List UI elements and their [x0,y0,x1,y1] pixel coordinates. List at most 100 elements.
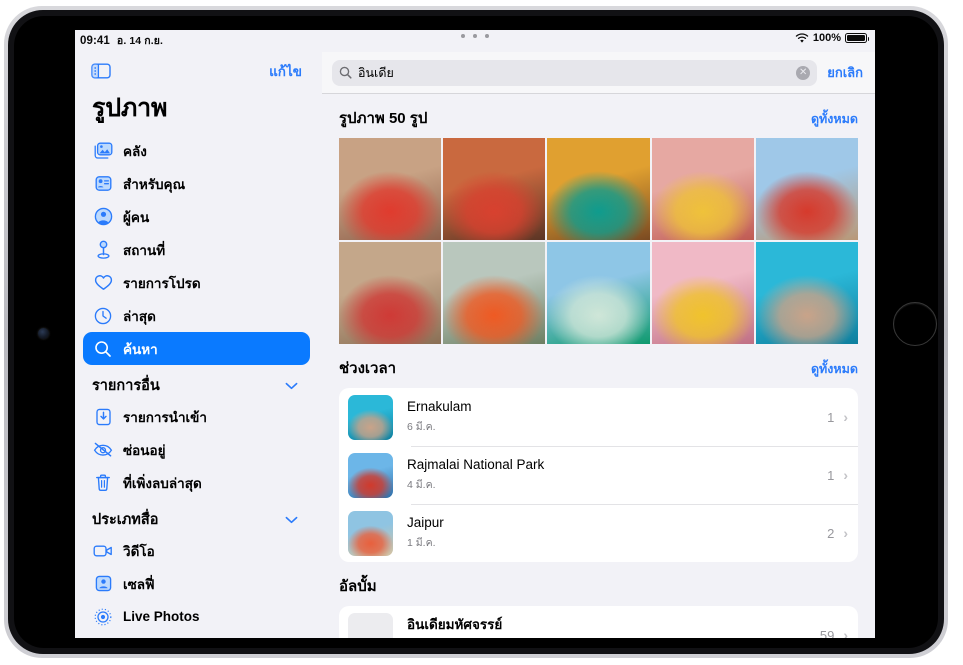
photo-tile[interactable] [651,242,754,345]
trash-icon [92,472,114,494]
albums-section-title: อัลบั้ม [339,578,377,596]
ipad-device: 09:41 อ. 14 ก.ย. 100% แก้ไข รูปภาพ คลัง … [0,0,963,665]
selfie-icon [92,573,114,595]
battery-icon [845,32,870,44]
sidebar-item-label: วิดีโอ [123,543,155,559]
row-subtitle: 31 มี.ค. - 13 พ.ค. 2562 [407,636,820,638]
photo-tile[interactable] [755,242,859,345]
sidebar-group-other-header[interactable]: รายการอื่น [75,365,318,400]
table-row[interactable]: Jaipur 1 มี.ค. 2 › [339,504,858,562]
search-icon [92,338,114,360]
photos-section-header: รูปภาพ 50 รูป ดูทั้งหมด [322,94,875,138]
row-count: 1 [827,467,835,483]
search-input-value: อินเดีย [358,65,394,80]
sidebar-item-videos[interactable]: วิดีโอ [83,534,310,567]
sidebar-item-for-you[interactable]: สำหรับคุณ [83,167,310,200]
sidebar-item-people[interactable]: ผู้คน [83,200,310,233]
photo-tile[interactable] [339,138,442,241]
clock-time: 09:41 [80,35,110,47]
row-text: Ernakulam 6 มี.ค. [407,399,827,435]
search-input[interactable]: อินเดีย ✕ [332,59,818,86]
sidebar-item-label: ค้นหา [123,341,158,357]
row-subtitle: 4 มี.ค. [407,479,436,492]
sidebar-item-label: สถานที่ [123,242,166,258]
row-subtitle: 6 มี.ค. [407,421,436,434]
sidebar-item-label: เซลฟี่ [123,576,155,592]
sidebar-item-recently-deleted[interactable]: ที่เพิ่งลบล่าสุด [83,466,310,499]
sidebar-group-title: รายการอื่น [92,378,160,394]
photos-section-title: รูปภาพ 50 รูป [339,110,428,127]
photo-tile[interactable] [443,242,546,345]
photo-tile[interactable] [339,242,442,345]
row-text: Jaipur 1 มี.ค. [407,515,827,551]
sidebar-item-places[interactable]: สถานที่ [83,233,310,266]
sidebar-top-bar: แก้ไข [75,52,318,82]
wifi-icon [795,32,809,44]
table-row[interactable]: Rajmalai National Park 4 มี.ค. 1 › [339,446,858,504]
sidebar-item-favorites[interactable]: รายการโปรด [83,266,310,299]
results-scroll-area[interactable]: รูปภาพ 50 รูป ดูทั้งหมด ช่วงเวลา ดูทั้งห… [322,94,875,638]
photo-tile[interactable] [547,242,650,345]
heart-icon [92,272,114,294]
photo-tile[interactable] [443,138,546,241]
moments-see-all-button[interactable]: ดูทั้งหมด [811,359,858,379]
cancel-button[interactable]: ยกเลิก [827,62,863,83]
row-count: 1 [827,409,835,425]
row-thumbnail [348,394,393,440]
video-icon [92,540,114,562]
photo-grid [339,138,859,345]
sidebar-item-label: รายการนำเข้า [123,409,207,425]
status-bar: 09:41 อ. 14 ก.ย. 100% [75,30,875,52]
people-icon [92,206,114,228]
chevron-right-icon: › [843,627,848,638]
sidebar-item-imports[interactable]: รายการนำเข้า [83,400,310,433]
row-thumbnail [348,452,393,498]
row-title: อินเดียมหัศจรรย์ [407,617,503,633]
table-row[interactable]: อินเดียมหัศจรรย์ 31 มี.ค. - 13 พ.ค. 2562… [339,606,858,638]
edit-button[interactable]: แก้ไข [269,60,302,82]
multitask-dots-icon[interactable] [461,34,489,38]
search-icon [339,66,352,79]
sidebar-item-library[interactable]: คลัง [83,134,310,167]
photos-see-all-button[interactable]: ดูทั้งหมด [811,109,858,129]
sidebar-group-title: ประเภทสื่อ [92,512,159,528]
clear-circle-icon[interactable]: ✕ [796,65,811,80]
photo-tile[interactable] [651,138,754,241]
sidebar-item-label: รายการโปรด [123,275,201,291]
chevron-right-icon: › [843,409,848,426]
sidebar-item-label: สำหรับคุณ [123,176,186,192]
status-bar-left: 09:41 อ. 14 ก.ย. [80,32,163,49]
sidebar-item-search[interactable]: ค้นหา [83,332,310,365]
photo-tile[interactable] [547,138,650,241]
sidebar-item-portrait[interactable]: ภาพถ่ายบุคคล [83,633,310,638]
row-count: 59 [819,627,835,638]
photos-library-icon [92,140,114,162]
sidebar-item-hidden[interactable]: ซ่อนอยู่ [83,433,310,466]
live-photo-icon [92,606,114,628]
row-text: Rajmalai National Park 4 มี.ค. [407,457,827,493]
table-row[interactable]: Ernakulam 6 มี.ค. 1 › [339,388,858,446]
sidebar-item-label: ที่เพิ่งลบล่าสุด [123,475,202,491]
sidebar-item-live-photos[interactable]: Live Photos [83,600,310,633]
row-title: Ernakulam [407,399,472,415]
clock-date: อ. 14 ก.ย. [116,35,164,47]
sidebar-item-label: Live Photos [123,609,200,624]
row-count: 2 [827,525,835,541]
chevron-down-icon[interactable] [285,516,298,524]
home-button[interactable] [893,302,937,346]
sidebar-group-media-header[interactable]: ประเภทสื่อ [75,499,318,534]
sidebar-item-label: คลัง [123,143,147,159]
chevron-right-icon: › [843,467,848,484]
import-icon [92,406,114,428]
photo-tile[interactable] [755,138,859,241]
sidebar-item-selfies[interactable]: เซลฟี่ [83,567,310,600]
sidebar-toggle-icon[interactable] [91,63,111,79]
page-title: รูปภาพ [92,94,168,122]
eye-slash-icon [92,439,114,461]
row-text: อินเดียมหัศจรรย์ 31 มี.ค. - 13 พ.ค. 2562 [407,617,820,638]
row-title: Rajmalai National Park [407,457,545,473]
sidebar-item-recents[interactable]: ล่าสุด [83,299,310,332]
clock-icon [92,305,114,327]
chevron-down-icon[interactable] [285,382,298,390]
battery-percent-label: 100% [812,32,841,44]
